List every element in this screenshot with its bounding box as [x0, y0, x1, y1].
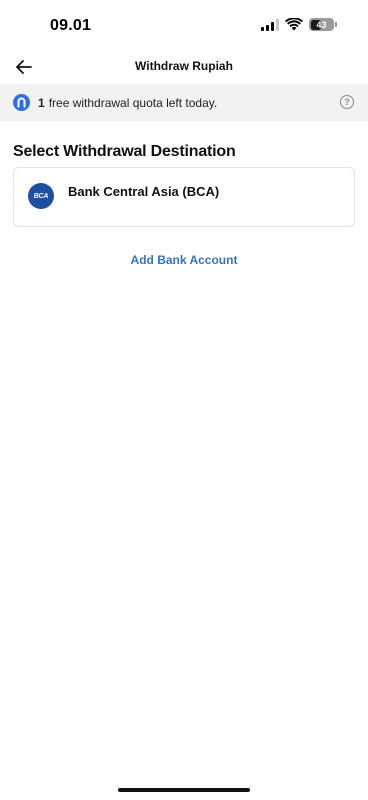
app-logo-icon [13, 94, 30, 111]
quota-text: 1 free withdrawal quota left today. [38, 96, 217, 110]
battery-level: 43 [316, 19, 327, 30]
status-time: 09.01 [50, 17, 92, 34]
quota-message: free withdrawal quota left today. [48, 95, 218, 110]
battery-icon: 43 [309, 18, 337, 31]
bank-logo-icon: BCA [28, 183, 54, 209]
add-bank-account-button[interactable]: Add Bank Account [0, 253, 368, 267]
page-title: Withdraw Rupiah [135, 59, 233, 73]
status-bar: 09.01 43 [0, 0, 368, 50]
wifi-icon [285, 18, 303, 31]
help-icon[interactable]: ? [340, 95, 354, 109]
home-indicator[interactable] [118, 788, 250, 792]
signal-icon [261, 18, 279, 31]
status-icons: 43 [261, 18, 337, 31]
screen: 09.01 43 Withdraw Rupiah 1 free withdraw… [0, 0, 368, 800]
bank-name: Bank Central Asia (BCA) [68, 184, 220, 199]
section-title: Select Withdrawal Destination [13, 143, 236, 160]
header: Withdraw Rupiah [0, 50, 368, 84]
bank-account-card[interactable]: BCA Bank Central Asia (BCA) [13, 167, 355, 227]
quota-banner: 1 free withdrawal quota left today. ? [0, 84, 368, 121]
quota-count: 1 [38, 95, 45, 110]
